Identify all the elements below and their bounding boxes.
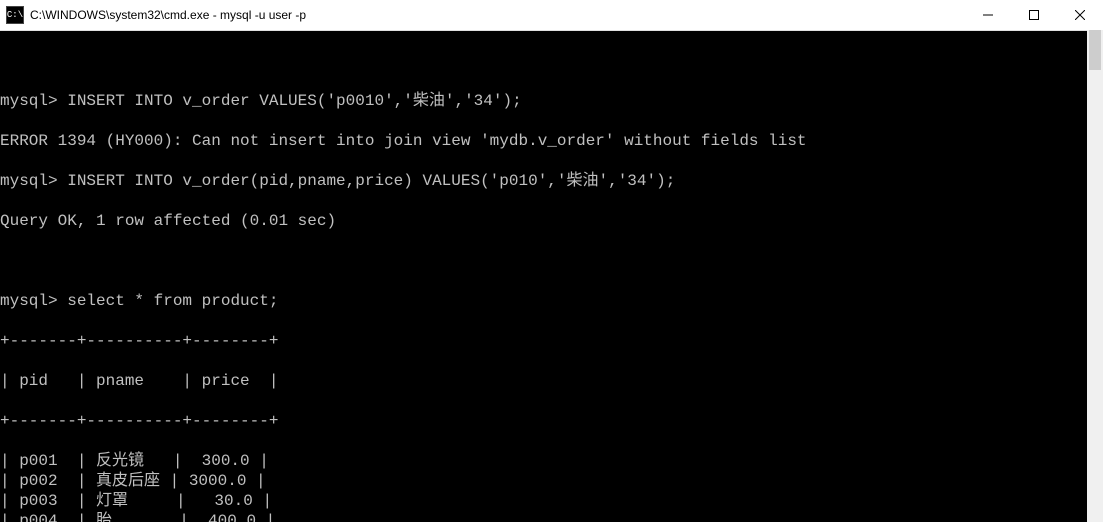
vertical-scrollbar[interactable] — [1087, 30, 1103, 522]
cmd-text: select * from product; — [58, 292, 279, 310]
mysql-prompt: mysql> — [0, 172, 58, 190]
blank-line — [0, 51, 1103, 71]
table-row: | p001 | 反光镜 | 300.0 | — [0, 451, 1103, 471]
terminal-output[interactable]: mysql> INSERT INTO v_order VALUES('p0010… — [0, 31, 1103, 522]
titlebar-left: C:\ C:\WINDOWS\system32\cmd.exe - mysql … — [0, 6, 306, 24]
error-1394: ERROR 1394 (HY000): Can not insert into … — [0, 131, 1103, 151]
sql-select: mysql> select * from product; — [0, 291, 1103, 311]
close-button[interactable] — [1057, 0, 1103, 30]
mysql-prompt: mysql> — [0, 92, 58, 110]
window-titlebar: C:\ C:\WINDOWS\system32\cmd.exe - mysql … — [0, 0, 1103, 31]
query-ok: Query OK, 1 row affected (0.01 sec) — [0, 211, 1103, 231]
table-border: +-------+----------+--------+ — [0, 411, 1103, 431]
table-row: | p004 | 胎 | 400.0 | — [0, 511, 1103, 522]
maximize-button[interactable] — [1011, 0, 1057, 30]
mysql-prompt: mysql> — [0, 292, 58, 310]
cmd-icon: C:\ — [6, 6, 24, 24]
minimize-button[interactable] — [965, 0, 1011, 30]
table-body: | p001 | 反光镜 | 300.0 || p002 | 真皮后座 | 30… — [0, 451, 1103, 522]
blank-line — [0, 251, 1103, 271]
table-row: | p002 | 真皮后座 | 3000.0 | — [0, 471, 1103, 491]
table-row: | p003 | 灯罩 | 30.0 | — [0, 491, 1103, 511]
cmd-text: INSERT INTO v_order(pid,pname,price) VAL… — [58, 172, 676, 190]
window-buttons — [965, 0, 1103, 30]
cmd-text: INSERT INTO v_order VALUES('p0010','柴油',… — [58, 92, 522, 110]
sql-insert-1: mysql> INSERT INTO v_order VALUES('p0010… — [0, 91, 1103, 111]
sql-insert-2: mysql> INSERT INTO v_order(pid,pname,pri… — [0, 171, 1103, 191]
window-title: C:\WINDOWS\system32\cmd.exe - mysql -u u… — [30, 8, 306, 22]
table-header: | pid | pname | price | — [0, 371, 1103, 391]
scrollbar-thumb[interactable] — [1089, 30, 1101, 70]
table-border: +-------+----------+--------+ — [0, 331, 1103, 351]
